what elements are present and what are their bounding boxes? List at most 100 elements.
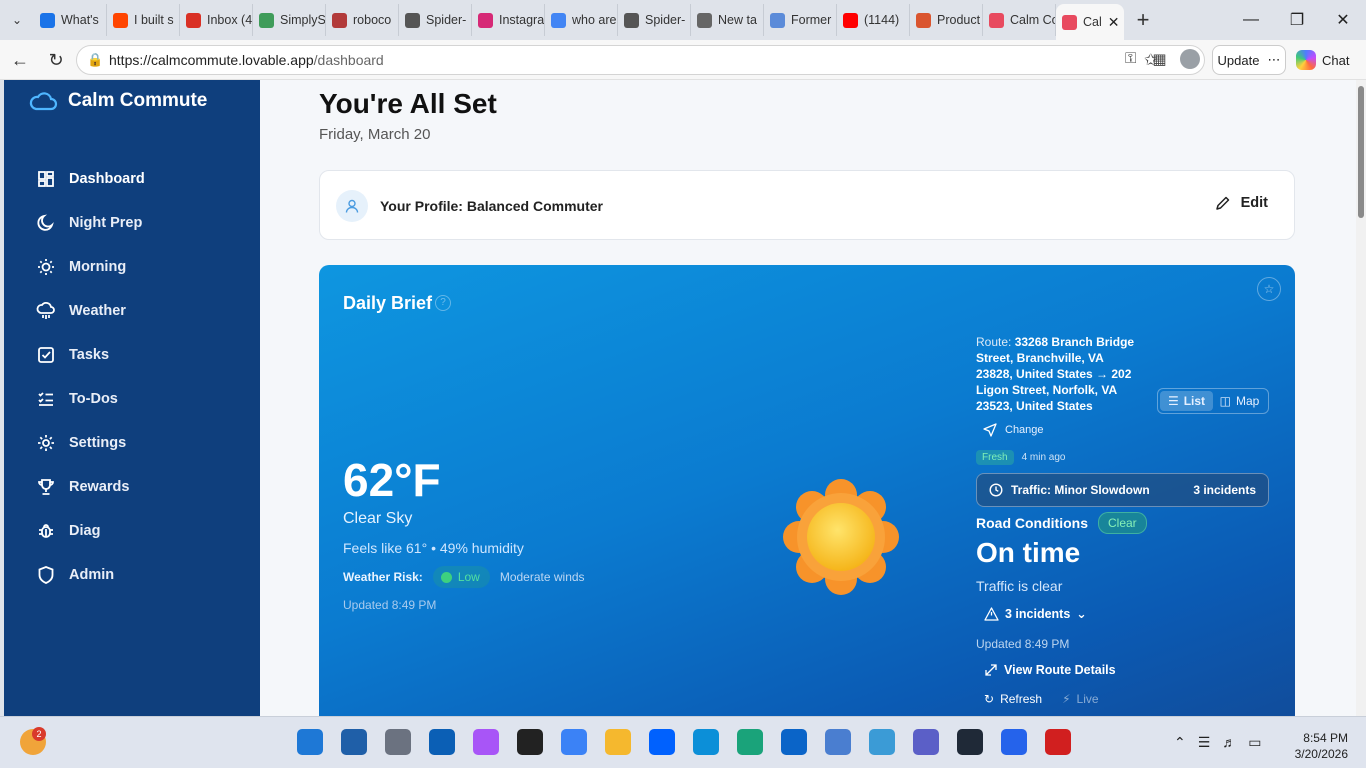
close-window-button[interactable]: ✕	[1320, 0, 1366, 40]
favorites-icon[interactable]: ✩	[1144, 50, 1157, 70]
live-toggle[interactable]: ⚡︎ Live	[1062, 692, 1098, 706]
tab[interactable]: roboco	[326, 4, 399, 36]
key-icon[interactable]: ⚿	[1125, 50, 1136, 68]
tab[interactable]: I built s	[107, 4, 180, 36]
view-route-details-button[interactable]: View Route Details	[984, 663, 1116, 677]
lock-icon[interactable]: 🔒	[87, 52, 103, 68]
copilot-app-icon[interactable]	[473, 729, 499, 755]
tab[interactable]: New ta	[691, 4, 764, 36]
sidebar-item-label: Dashboard	[69, 171, 145, 187]
tab-title: New ta	[718, 13, 757, 27]
list-icon: ☰	[1167, 394, 1179, 408]
tab[interactable]: Former	[764, 4, 837, 36]
copilot-icon	[1296, 50, 1316, 70]
tab-favicon-icon	[478, 12, 493, 28]
copilot-chat-button[interactable]: Chat	[1296, 45, 1360, 75]
incidents-dropdown-label: 3 incidents	[1005, 606, 1071, 621]
change-route-button[interactable]: Change	[983, 423, 1044, 437]
tab[interactable]: What's	[34, 4, 107, 36]
maximize-button[interactable]: ❐	[1274, 0, 1320, 40]
tab-actions-chevron-icon[interactable]: ⌄	[0, 0, 34, 40]
store-icon[interactable]	[561, 729, 587, 755]
refresh-route-button[interactable]: ↻ Refresh	[984, 692, 1042, 706]
close-tab-icon[interactable]: ✕	[1108, 14, 1120, 31]
back-button[interactable]: ←	[2, 42, 38, 78]
dropbox-icon[interactable]	[649, 729, 675, 755]
favorite-star-button[interactable]: ☆	[1257, 277, 1281, 301]
task-view-icon[interactable]	[385, 729, 411, 755]
tab[interactable]: Spider-	[618, 4, 691, 36]
browser-tab-bar: ⌄ What's I built s Inbox (4 SimplyS roboco Sp…	[0, 0, 1366, 40]
search-icon[interactable]	[341, 729, 367, 755]
tab-active[interactable]: Cal ✕	[1056, 4, 1124, 40]
chat-label: Chat	[1322, 52, 1350, 68]
teams-icon[interactable]	[913, 729, 939, 755]
battery-icon[interactable]: ▭	[1248, 734, 1261, 751]
sidebar-item-label: Diag	[69, 523, 101, 539]
tab[interactable]: Instagra	[472, 4, 545, 36]
tab[interactable]: Inbox (4	[180, 4, 253, 36]
file-explorer-icon[interactable]	[605, 729, 631, 755]
tab[interactable]: Calm Co	[983, 4, 1056, 36]
sidebar-item-tasks[interactable]: Tasks	[4, 333, 260, 377]
taskbar: 2 ⌃ ☰ ♬ ▭ 8:54 PM 3/20/2026	[0, 716, 1366, 768]
tab[interactable]: Product	[910, 4, 983, 36]
globe-app-icon[interactable]	[869, 729, 895, 755]
sidebar-item-settings[interactable]: Settings	[4, 421, 260, 465]
tab[interactable]: Spider-	[399, 4, 472, 36]
tab[interactable]: (1144)	[837, 4, 910, 36]
wifi-icon[interactable]: ☰	[1198, 734, 1211, 751]
acrobat-icon[interactable]	[1045, 729, 1071, 755]
help-icon[interactable]: ?	[435, 295, 451, 311]
windows-start-icon[interactable]	[297, 729, 323, 755]
notepad-app-icon[interactable]	[1001, 729, 1027, 755]
url-input[interactable]: 🔒 https://calmcommute.lovable.app/dashbo…	[76, 45, 1205, 75]
tab-favicon-icon	[770, 12, 785, 28]
edge-icon[interactable]	[693, 729, 719, 755]
url-host: https://calmcommute.lovable.app	[109, 52, 314, 68]
hp-icon[interactable]	[429, 729, 455, 755]
sidebar-item-dashboard[interactable]: Dashboard	[4, 157, 260, 201]
sidebar-item-rewards[interactable]: Rewards	[4, 465, 260, 509]
tab[interactable]: who are	[545, 4, 618, 36]
clock[interactable]: 8:54 PM 3/20/2026	[1295, 730, 1348, 762]
sidebar-item-morning[interactable]: Morning	[4, 245, 260, 289]
tab[interactable]: SimplyS	[253, 4, 326, 36]
view-toggle: ☰ List ◫ Map	[1157, 388, 1269, 414]
traffic-status-bar[interactable]: Traffic: Minor Slowdown 3 incidents	[976, 473, 1269, 507]
scroll-thumb[interactable]	[1358, 86, 1364, 218]
sidebar-item-weather[interactable]: Weather	[4, 289, 260, 333]
weather-risk-label: Weather Risk:	[343, 570, 423, 584]
list-view-button[interactable]: ☰ List	[1160, 391, 1213, 411]
refresh-row: ↻ Refresh ⚡︎ Live	[984, 692, 1099, 706]
update-button[interactable]: Update ⋯	[1212, 45, 1286, 75]
sidebar-item-to-dos[interactable]: To-Dos	[4, 377, 260, 421]
profile-avatar-icon[interactable]	[1180, 49, 1200, 69]
minimize-button[interactable]: —	[1228, 0, 1274, 40]
brand[interactable]: Calm Commute	[28, 90, 207, 112]
map-view-button[interactable]: ◫ Map	[1213, 391, 1266, 411]
sun-icon	[38, 259, 54, 275]
sidebar-item-night-prep[interactable]: Night Prep	[4, 201, 260, 245]
clock-icon	[989, 483, 1003, 497]
edge-dev-icon[interactable]	[737, 729, 763, 755]
pattern-app-icon[interactable]	[825, 729, 851, 755]
tab-title: Former	[791, 13, 832, 27]
page-scrollbar[interactable]	[1356, 80, 1366, 716]
tab-title: Instagra	[499, 13, 545, 27]
outlook-icon[interactable]	[781, 729, 807, 755]
sidebar-item-diag[interactable]: Diag	[4, 509, 260, 553]
terminal-app-icon[interactable]	[957, 729, 983, 755]
refresh-button[interactable]: ↻	[38, 42, 74, 78]
volume-icon[interactable]: ♬	[1222, 734, 1236, 751]
edit-profile-button[interactable]: Edit	[1215, 195, 1268, 211]
sidebar-item-admin[interactable]: Admin	[4, 553, 260, 597]
chevron-up-icon[interactable]: ⌃	[1174, 734, 1186, 751]
tab-title: SimplyS	[280, 13, 326, 27]
view-route-label: View Route Details	[1004, 663, 1116, 677]
moon-icon	[37, 214, 54, 231]
new-tab-button[interactable]: +	[1124, 7, 1162, 33]
main-content: You're All Set Friday, March 20 Your Pro…	[260, 80, 1366, 716]
amazon-icon[interactable]	[517, 729, 543, 755]
incidents-dropdown[interactable]: 3 incidents ⌄	[984, 606, 1087, 621]
